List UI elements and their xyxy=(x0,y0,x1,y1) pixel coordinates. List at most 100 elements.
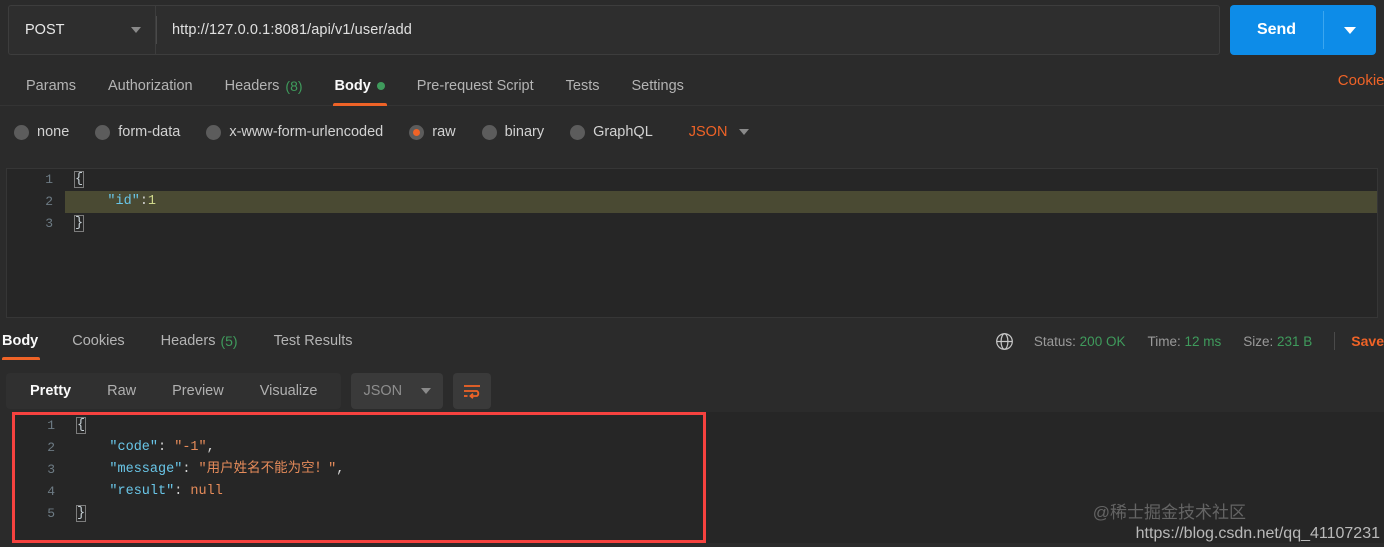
tab-body[interactable]: Body xyxy=(319,66,401,106)
response-tab-headers[interactable]: Headers (5) xyxy=(143,322,256,360)
body-type-form-data[interactable]: form-data xyxy=(93,124,194,140)
body-type-urlencoded[interactable]: x-www-form-urlencoded xyxy=(204,124,397,140)
response-code-lines: { "code": "-1", "message": "用户姓名不能为空！", … xyxy=(67,415,703,540)
code-line: "result": null xyxy=(67,481,703,503)
response-toolbar: Pretty Raw Preview Visualize JSON xyxy=(6,370,1378,412)
request-code-lines: { "id":1} xyxy=(65,169,1377,317)
tab-label: Tests xyxy=(565,77,600,94)
body-modified-dot-icon xyxy=(376,81,385,90)
url-watermark: https://blog.csdn.net/qq_41107231 xyxy=(1135,525,1380,542)
line-number: 5 xyxy=(47,506,55,521)
token-key: "result" xyxy=(109,484,175,499)
chevron-down-icon xyxy=(131,27,141,33)
token-brace: } xyxy=(75,505,87,522)
token-punc xyxy=(77,484,109,499)
response-view-group: Pretty Raw Preview Visualize xyxy=(6,373,342,409)
meta-divider xyxy=(1334,332,1336,350)
save-response-button[interactable]: Save xyxy=(1351,333,1384,349)
chevron-down-icon xyxy=(1344,26,1356,34)
body-type-binary[interactable]: binary xyxy=(480,124,559,140)
line-number: 3 xyxy=(47,462,55,477)
request-body-editor[interactable]: 1 2 3 { "id":1} xyxy=(6,168,1378,318)
response-body-editor[interactable]: 1 2 3 4 5 { "code": "-1", "message": "用户姓名不能… xyxy=(12,412,706,543)
chevron-down-icon xyxy=(421,388,432,394)
body-type-label: GraphQL xyxy=(593,124,653,140)
token-punc: , xyxy=(336,462,345,477)
request-code-area: 1 2 3 { "id":1} xyxy=(7,169,1377,317)
body-type-graphql[interactable]: GraphQL xyxy=(568,124,667,140)
body-format-label: JSON xyxy=(688,124,728,140)
token-key: "id" xyxy=(107,194,140,209)
body-type-label: binary xyxy=(504,124,545,140)
token-key: "message" xyxy=(109,462,183,477)
response-format-selector[interactable]: JSON xyxy=(351,373,444,409)
tab-label: Test Results xyxy=(273,333,353,349)
tab-label: Body xyxy=(2,333,39,349)
body-type-label: form-data xyxy=(118,124,181,140)
tab-params[interactable]: Params xyxy=(10,66,92,106)
tab-label: Headers xyxy=(160,333,216,349)
tab-label: Body xyxy=(334,77,371,94)
word-wrap-icon[interactable] xyxy=(453,373,492,409)
radio-icon xyxy=(206,124,222,140)
time-label: Time: xyxy=(1147,333,1181,349)
radio-icon xyxy=(95,124,111,140)
http-method-selector[interactable]: POST xyxy=(8,5,155,55)
view-visualize[interactable]: Visualize xyxy=(242,373,336,409)
view-preview[interactable]: Preview xyxy=(154,373,242,409)
tab-label: Cookies xyxy=(72,333,125,349)
time-value: 12 ms xyxy=(1184,333,1222,349)
radio-icon xyxy=(14,124,29,140)
url-input[interactable]: http://127.0.0.1:8081/api/v1/user/add xyxy=(155,5,1220,55)
token-key: "code" xyxy=(109,440,159,455)
token-punc: , xyxy=(206,440,215,455)
view-pretty[interactable]: Pretty xyxy=(12,373,89,409)
line-number: 1 xyxy=(45,172,53,187)
code-line: { xyxy=(67,415,703,437)
token-punc xyxy=(77,440,109,455)
token-brace: { xyxy=(73,171,85,188)
send-button-group: Send xyxy=(1230,5,1376,55)
line-number: 3 xyxy=(45,216,53,231)
request-url-bar: POST http://127.0.0.1:8081/api/v1/user/a… xyxy=(0,0,1384,60)
size-value: 231 B xyxy=(1277,333,1313,349)
tab-authorization[interactable]: Authorization xyxy=(92,66,209,106)
time-readout: Time: 12 ms xyxy=(1147,334,1221,349)
response-tab-body[interactable]: Body xyxy=(2,322,54,360)
radio-selected-icon xyxy=(409,124,425,140)
tab-settings[interactable]: Settings xyxy=(616,66,700,106)
token-str: "-1" xyxy=(174,440,207,455)
line-number: 1 xyxy=(47,418,55,433)
send-button[interactable]: Send xyxy=(1230,5,1323,55)
response-tab-cookies[interactable]: Cookies xyxy=(54,322,142,360)
tab-count-badge: (8) xyxy=(285,77,303,94)
body-format-selector[interactable]: JSON xyxy=(689,124,750,140)
response-editor-background xyxy=(706,412,1384,543)
view-label: Visualize xyxy=(259,383,318,399)
globe-icon[interactable] xyxy=(995,332,1014,351)
send-options-button[interactable] xyxy=(1324,5,1376,55)
size-readout: Size: 231 B xyxy=(1243,334,1312,349)
response-code-area: 1 2 3 4 5 { "code": "-1", "message": "用户姓名不能… xyxy=(15,415,703,540)
tab-pre-request-script[interactable]: Pre-request Script xyxy=(401,66,550,106)
tab-label: Pre-request Script xyxy=(416,77,534,94)
token-null: null xyxy=(190,484,223,499)
view-label: Raw xyxy=(107,383,137,399)
response-tab-test-results[interactable]: Test Results xyxy=(256,322,371,360)
cookies-link[interactable]: Cookies xyxy=(1338,72,1384,89)
response-meta-bar: Status: 200 OK Time: 12 ms Size: 231 B S… xyxy=(995,322,1384,360)
http-method-label: POST xyxy=(25,22,65,38)
code-line: } xyxy=(67,503,703,525)
tab-headers[interactable]: Headers (8) xyxy=(209,66,319,106)
tab-tests[interactable]: Tests xyxy=(550,66,616,106)
body-type-label: raw xyxy=(432,124,456,140)
tab-count-badge: (5) xyxy=(220,333,238,349)
line-number: 2 xyxy=(45,194,53,209)
view-label: Preview xyxy=(172,383,224,399)
tab-label: Params xyxy=(26,77,76,94)
view-raw[interactable]: Raw xyxy=(89,373,154,409)
tab-label: Headers xyxy=(224,77,280,94)
body-type-none[interactable]: none xyxy=(12,124,83,140)
body-type-raw[interactable]: raw xyxy=(407,124,469,140)
size-label: Size: xyxy=(1243,333,1274,349)
